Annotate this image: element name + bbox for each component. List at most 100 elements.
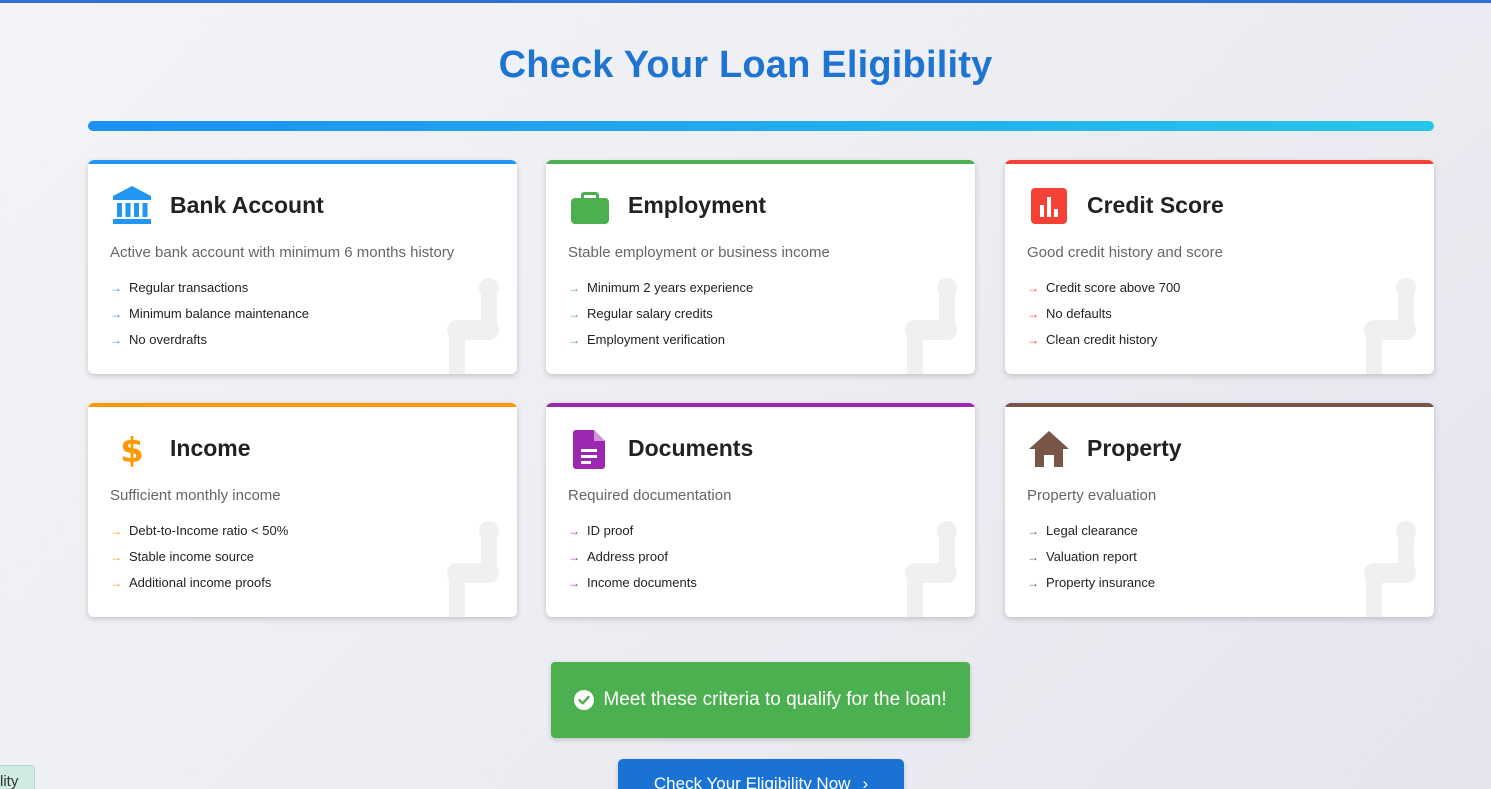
list-item: → Employment verification (568, 332, 753, 358)
arrow-icon: → (110, 333, 122, 347)
requirement-list: → Minimum 2 years experience → Regular sal… (568, 280, 753, 358)
card-description: Stable employment or business income (568, 244, 830, 261)
list-item-text: Regular salary credits (587, 306, 713, 321)
card-title: Credit Score (1087, 192, 1224, 218)
list-item: → Income documents (568, 575, 697, 601)
card-description: Good credit history and score (1027, 244, 1223, 261)
list-item-text: Legal clearance (1046, 523, 1138, 538)
list-item: → No defaults (1027, 306, 1180, 332)
side-tab[interactable]: lity (0, 765, 35, 789)
card-title: Property (1087, 435, 1182, 461)
criteria-card-property: Property Property evaluation → Legal clea… (1005, 403, 1434, 617)
list-item-text: Property insurance (1046, 575, 1156, 590)
list-item: → Minimum balance maintenance (110, 306, 309, 332)
requirement-list: → Regular transactions → Minimum balance m… (110, 280, 309, 358)
arrow-icon: → (568, 576, 580, 590)
list-item: → Credit score above 700 (1027, 280, 1180, 306)
page-title: Check Your Loan Eligibility (498, 44, 993, 86)
list-item: → Debt-to-Income ratio < 50% (110, 523, 288, 549)
notice-text: Meet these criteria to qualify for the l… (603, 689, 947, 710)
card-title: Bank Account (170, 192, 324, 218)
card-accent-bar (88, 403, 517, 407)
watermark-decoration-icon (905, 278, 957, 374)
arrow-icon: → (110, 307, 122, 321)
arrow-icon: → (110, 524, 122, 538)
arrow-icon: → (568, 307, 580, 321)
check-eligibility-button[interactable]: Check Your Eligibility Now › (618, 759, 904, 789)
card-accent-bar (546, 403, 975, 407)
list-item-text: Stable income source (129, 549, 255, 564)
list-item-text: No overdrafts (129, 332, 208, 347)
list-item: → Clean credit history (1027, 332, 1180, 358)
criteria-card-credit-score: Credit Score Good credit history and sco… (1005, 160, 1434, 374)
list-item: → No overdrafts (110, 332, 309, 358)
arrow-icon: → (568, 524, 580, 538)
list-item-text: Debt-to-Income ratio < 50% (129, 523, 289, 538)
list-item: → Address proof (568, 549, 697, 575)
list-item-text: Income documents (587, 575, 697, 590)
card-description: Property evaluation (1027, 487, 1157, 504)
arrow-icon: → (110, 550, 122, 564)
arrow-icon: → (1027, 524, 1039, 538)
arrow-icon: → (1027, 576, 1039, 590)
list-item: → Legal clearance (1027, 523, 1155, 549)
check-circle-icon (574, 690, 595, 710)
side-tab-label: lity (0, 773, 19, 789)
requirement-list: → Credit score above 700 → No defaults → Cl… (1027, 280, 1180, 358)
arrow-icon: → (568, 333, 580, 347)
list-item: → Additional income proofs (110, 575, 288, 601)
watermark-decoration-icon (1364, 521, 1416, 617)
list-item-text: ID proof (587, 523, 634, 538)
list-item-text: Valuation report (1046, 549, 1137, 564)
arrow-icon: → (568, 281, 580, 295)
requirement-list: → Legal clearance → Valuation report → Prop… (1027, 523, 1155, 601)
cta-label: Check Your Eligibility Now (653, 774, 851, 789)
list-item: → Property insurance (1027, 575, 1155, 601)
card-description: Required documentation (568, 487, 732, 504)
arrow-icon: → (110, 576, 122, 590)
list-item: → ID proof (568, 523, 697, 549)
list-item-text: Employment verification (587, 332, 725, 347)
list-item-text: Additional income proofs (129, 575, 272, 590)
requirement-list: → ID proof → Address proof → Income documen… (568, 523, 697, 601)
watermark-decoration-icon (905, 521, 957, 617)
dollar-icon: $ (110, 427, 154, 471)
bar-chart-icon (1027, 184, 1071, 228)
top-accent-strip (0, 0, 1491, 3)
list-item-text: Address proof (587, 549, 668, 564)
list-item-text: Credit score above 700 (1046, 280, 1181, 295)
watermark-decoration-icon (1364, 278, 1416, 374)
criteria-card-documents: Documents Required documentation → ID pro… (546, 403, 975, 617)
list-item-text: Clean credit history (1046, 332, 1158, 347)
card-accent-bar (1005, 403, 1434, 407)
list-item-text: Minimum 2 years experience (587, 280, 754, 295)
document-icon (568, 427, 612, 471)
criteria-card-employment: Employment Stable employment or business… (546, 160, 975, 374)
requirement-list: → Debt-to-Income ratio < 50% → Stable inco… (110, 523, 288, 601)
criteria-card-income: $ Income Sufficient monthly income → Debt… (88, 403, 517, 617)
card-title: Documents (628, 435, 754, 461)
watermark-decoration-icon (447, 521, 499, 617)
arrow-icon: → (110, 281, 122, 295)
watermark-decoration-icon (447, 278, 499, 374)
list-item: → Valuation report (1027, 549, 1155, 575)
arrow-icon: → (1027, 307, 1039, 321)
list-item-text: Regular transactions (129, 280, 249, 295)
bank-icon (110, 184, 154, 228)
list-item: → Regular transactions (110, 280, 309, 306)
criteria-card-bank-account: Bank Account Active bank account with mi… (88, 160, 517, 374)
svg-text:$: $ (120, 431, 144, 471)
arrow-icon: → (1027, 281, 1039, 295)
arrow-icon: → (568, 550, 580, 564)
chevron-right-icon: › (862, 774, 869, 789)
home-icon (1027, 427, 1071, 471)
briefcase-icon (568, 184, 612, 228)
arrow-icon: → (1027, 333, 1039, 347)
list-item: → Minimum 2 years experience (568, 280, 753, 306)
card-description: Sufficient monthly income (110, 487, 281, 504)
list-item-text: No defaults (1046, 306, 1112, 321)
card-title: Income (170, 435, 251, 461)
list-item-text: Minimum balance maintenance (129, 306, 309, 321)
eligibility-notice-banner: Meet these criteria to qualify for the l… (551, 662, 970, 738)
card-accent-bar (1005, 160, 1434, 164)
